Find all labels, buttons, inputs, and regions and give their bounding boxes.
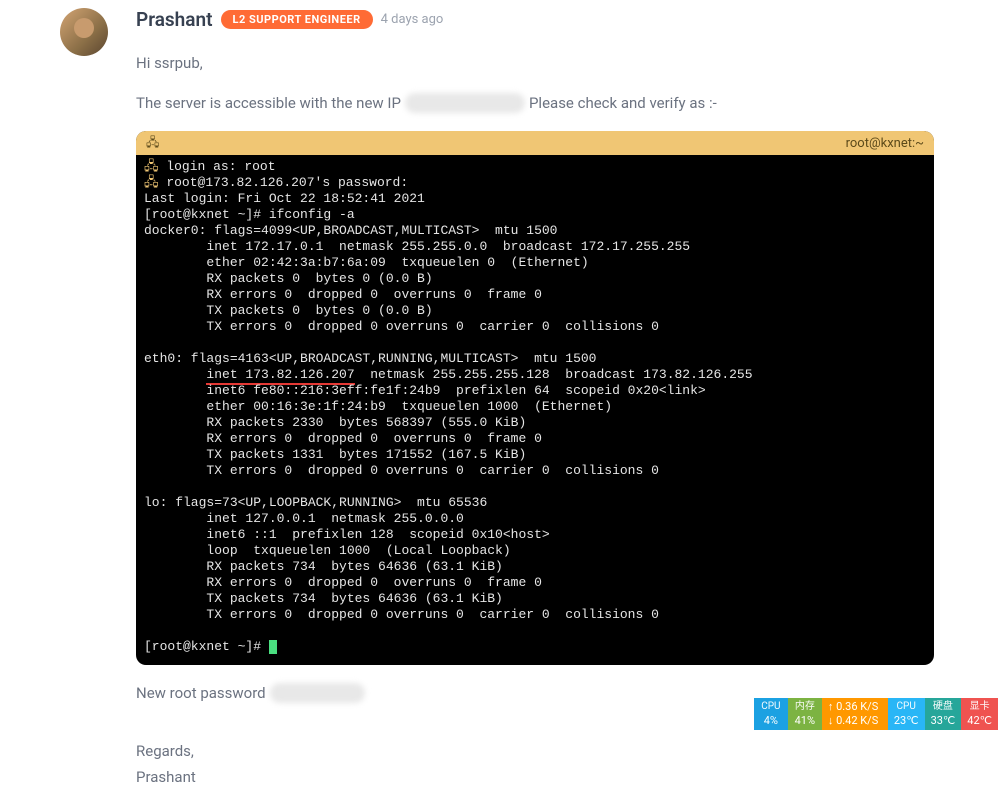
terminal-window: 🖧 root@kxnet:~ 🖧 login as: root 🖧 root@1… <box>136 131 934 665</box>
network-usage[interactable]: ↑ 0.36 K/S ↓ 0.42 K/S <box>822 698 888 730</box>
redacted-password <box>270 683 365 703</box>
memory-usage[interactable]: 内存 41% <box>788 698 822 730</box>
disk-temp[interactable]: 硬盘 33℃ <box>925 698 962 730</box>
system-monitor[interactable]: CPU 4% 内存 41% ↑ 0.36 K/S ↓ 0.42 K/S CPU … <box>754 698 998 730</box>
cursor-icon <box>269 640 277 654</box>
terminal-titlebar: 🖧 root@kxnet:~ <box>136 131 934 155</box>
signature-text: Prashant <box>136 765 948 789</box>
arrow-up-icon: ↑ <box>828 700 834 713</box>
regards-text: Regards, <box>136 739 948 763</box>
arrow-down-icon: ↓ <box>828 714 834 727</box>
terminal-icon: 🖧 <box>146 133 159 154</box>
body-text-after: Please check and verify as :- <box>529 91 717 115</box>
terminal-title: root@kxnet:~ <box>846 136 924 151</box>
cpu-temp[interactable]: CPU 23℃ <box>888 698 925 730</box>
redacted-ip <box>405 93 525 113</box>
gpu-temp[interactable]: 显卡 42℃ <box>961 698 998 730</box>
new-root-password-label: New root password <box>136 681 266 705</box>
author-name: Prashant <box>136 8 213 31</box>
post-timestamp: 4 days ago <box>381 12 444 27</box>
cpu-usage[interactable]: CPU 4% <box>754 698 788 730</box>
terminal-output[interactable]: 🖧 login as: root 🖧 root@173.82.126.207's… <box>136 155 934 665</box>
greeting-text: Hi ssrpub, <box>136 51 948 75</box>
body-text-before: The server is accessible with the new IP <box>136 91 401 115</box>
role-badge: L2 SUPPORT ENGINEER <box>221 10 373 29</box>
avatar <box>60 8 108 56</box>
